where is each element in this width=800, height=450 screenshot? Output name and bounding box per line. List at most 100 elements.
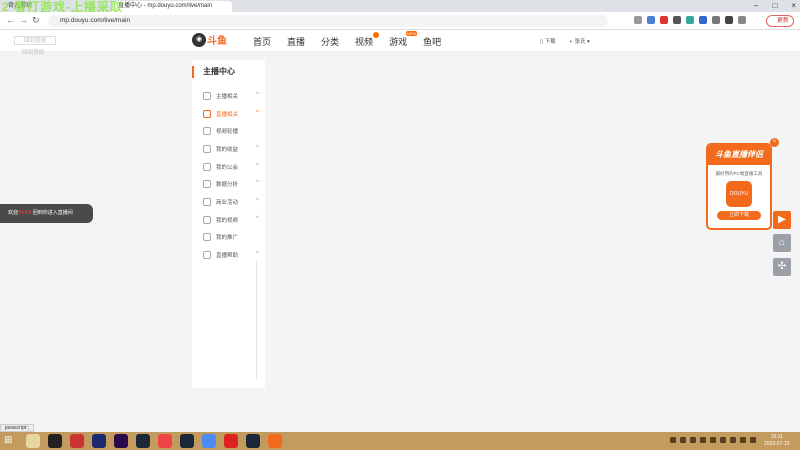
new-badge: NEW bbox=[405, 31, 418, 36]
app-icon[interactable] bbox=[158, 434, 172, 448]
close-icon[interactable]: × bbox=[791, 1, 796, 10]
logo-text: 斗鱼 bbox=[207, 36, 227, 47]
tray-icon[interactable] bbox=[720, 437, 726, 443]
tray-icon[interactable] bbox=[730, 437, 736, 443]
mic-icon bbox=[203, 91, 211, 100]
qq-icon[interactable] bbox=[48, 434, 62, 448]
premiere-icon[interactable] bbox=[114, 434, 128, 448]
tray-icon[interactable] bbox=[700, 437, 706, 443]
sidebar-item-guild[interactable]: 我的公会 ^ bbox=[192, 158, 265, 176]
guild-icon bbox=[203, 162, 211, 171]
steam-icon[interactable] bbox=[136, 434, 150, 448]
sidebar-item-my-videos[interactable]: 我的视频 ^ bbox=[192, 211, 265, 229]
photoshop-icon[interactable] bbox=[92, 434, 106, 448]
sidebar-scrollbar[interactable] bbox=[256, 260, 257, 380]
tray-icon[interactable] bbox=[680, 437, 686, 443]
toast-username: XXXX bbox=[18, 210, 32, 216]
sidebar-item-business[interactable]: 商业活动 ^ bbox=[192, 193, 265, 211]
fish-logo-icon: ◉ bbox=[192, 32, 206, 47]
chevron-up-icon: ^ bbox=[256, 92, 259, 98]
folder-icon[interactable] bbox=[26, 434, 40, 448]
download-link[interactable]: ▯ 下载 bbox=[540, 37, 556, 45]
sidebar-item-video-carousel[interactable]: 视频轮播 bbox=[192, 122, 265, 140]
star-icon[interactable] bbox=[634, 16, 642, 24]
sidebar-item-label: 直播相关 bbox=[216, 111, 239, 118]
puzzle-icon[interactable] bbox=[725, 16, 733, 24]
film-icon bbox=[203, 215, 211, 224]
maximize-icon[interactable]: □ bbox=[772, 1, 777, 10]
close-icon[interactable]: × bbox=[770, 138, 779, 147]
extension-icon[interactable] bbox=[712, 16, 720, 24]
nav-fishbar[interactable]: 鱼吧 bbox=[423, 35, 441, 48]
sidebar-item-label: 直播帮助 bbox=[216, 253, 239, 260]
chevron-up-icon: ^ bbox=[256, 145, 259, 152]
sidebar-item-live[interactable]: 直播相关 ^ bbox=[192, 105, 265, 123]
home-icon[interactable]: ⌂ bbox=[773, 234, 791, 252]
sidebar-item-label: 我的推广 bbox=[216, 235, 239, 242]
chrome-icon[interactable] bbox=[202, 434, 216, 448]
netease-music-icon[interactable] bbox=[224, 434, 238, 448]
network-icon[interactable] bbox=[750, 437, 756, 443]
companion-promo[interactable]: 斗鱼直播伴侣 最好用的PC端直播工具 DOUYU 立即下载 bbox=[706, 143, 772, 230]
nav-game[interactable]: 游戏 NEW bbox=[389, 31, 418, 48]
nav-video[interactable]: 视频 bbox=[355, 32, 380, 48]
sidebar-item-help[interactable]: 直播帮助 ^ bbox=[192, 246, 265, 264]
sidebar-item-earnings[interactable]: 我的收益 ^ bbox=[192, 140, 265, 158]
gamepad-icon[interactable]: ✣ bbox=[773, 258, 791, 276]
app-icon: DOUYU bbox=[726, 181, 752, 207]
back-icon[interactable]: ← bbox=[6, 15, 15, 25]
extension-icons bbox=[634, 16, 746, 24]
menu-icon[interactable] bbox=[738, 16, 746, 24]
coin-icon bbox=[203, 144, 211, 153]
user-menu[interactable]: ◐ 张氏 ▾ bbox=[570, 37, 590, 45]
download-now-button[interactable]: 立即下载 bbox=[717, 211, 761, 220]
chevron-up-icon: ^ bbox=[256, 162, 259, 169]
translate-icon[interactable] bbox=[647, 16, 655, 24]
douyu-logo[interactable]: ◉ 斗鱼 bbox=[192, 32, 227, 47]
video-float-button[interactable]: ▶ bbox=[773, 211, 791, 229]
chevron-up-icon: ^ bbox=[256, 109, 259, 116]
system-clock[interactable]: 15:11 2023-07-15 bbox=[764, 434, 790, 448]
site-header: ◉ 斗鱼 首页 直播 分类 视频 游戏 NEW 鱼吧 ▯ 下载 ◐ 张氏 ▾ bbox=[0, 30, 800, 52]
nav-home[interactable]: 首页 bbox=[253, 35, 271, 48]
tray-icon[interactable] bbox=[670, 437, 676, 443]
nav-live[interactable]: 直播 bbox=[287, 35, 305, 48]
download-label: 下载 bbox=[544, 39, 556, 45]
minimize-icon[interactable]: – bbox=[754, 1, 758, 10]
browser-tabbar: 奇九游戏 直播中心 - mp.douyu.com/live/main 2 看打游… bbox=[0, 0, 800, 14]
steam-icon[interactable] bbox=[180, 434, 194, 448]
megaphone-icon bbox=[203, 233, 211, 242]
system-tray bbox=[670, 437, 756, 443]
browser-tab-2[interactable]: 直播中心 - mp.douyu.com/live/main bbox=[112, 1, 232, 12]
sidebar-item-analytics[interactable]: 数据分析 ^ bbox=[192, 175, 265, 193]
update-button[interactable]: 更新 bbox=[765, 15, 794, 27]
sidebar-title: 主播中心 bbox=[192, 66, 235, 78]
window-controls: – □ × bbox=[754, 1, 796, 10]
douyu-icon[interactable] bbox=[268, 434, 282, 448]
extension-icon[interactable] bbox=[673, 16, 681, 24]
reload-icon[interactable]: ↻ bbox=[32, 15, 40, 26]
address-bar: ← → ↻ mp.douyu.com/live/main 更新 bbox=[0, 12, 800, 30]
toast-suffix: 回到你进入直播间 bbox=[31, 210, 73, 216]
url-field[interactable]: mp.douyu.com/live/main bbox=[48, 15, 608, 27]
adblock-icon[interactable] bbox=[660, 16, 668, 24]
tv-icon bbox=[203, 109, 211, 118]
sidebar-item-label: 我的视频 bbox=[216, 217, 239, 224]
media-icon[interactable] bbox=[70, 434, 84, 448]
taskbar-apps bbox=[26, 434, 282, 448]
toast-prefix: 欢迎 bbox=[8, 210, 19, 216]
welcome-toast: 欢迎XXXX 回到你进入直播间 bbox=[0, 204, 93, 223]
tray-icon[interactable] bbox=[710, 437, 716, 443]
forward-icon[interactable]: → bbox=[19, 15, 28, 25]
nav-category[interactable]: 分类 bbox=[321, 35, 339, 48]
user-name: 张氏 bbox=[574, 39, 586, 45]
volume-icon[interactable] bbox=[740, 437, 746, 443]
extension-icon[interactable] bbox=[686, 16, 694, 24]
tray-icon[interactable] bbox=[690, 437, 696, 443]
extension-icon[interactable] bbox=[699, 16, 707, 24]
sidebar-item-promotion[interactable]: 我的推广 bbox=[192, 229, 265, 247]
streamer-sidebar: 主播中心 主播相关 ^ 直播相关 ^ 视频轮播 我的收益 ^ 我的公会 ^ 数据分析 ^ … bbox=[192, 60, 265, 388]
sidebar-item-streamer[interactable]: 主播相关 ^ bbox=[192, 87, 265, 105]
windows-start-icon[interactable]: ⊞ bbox=[4, 435, 16, 447]
steam-icon[interactable] bbox=[246, 434, 260, 448]
